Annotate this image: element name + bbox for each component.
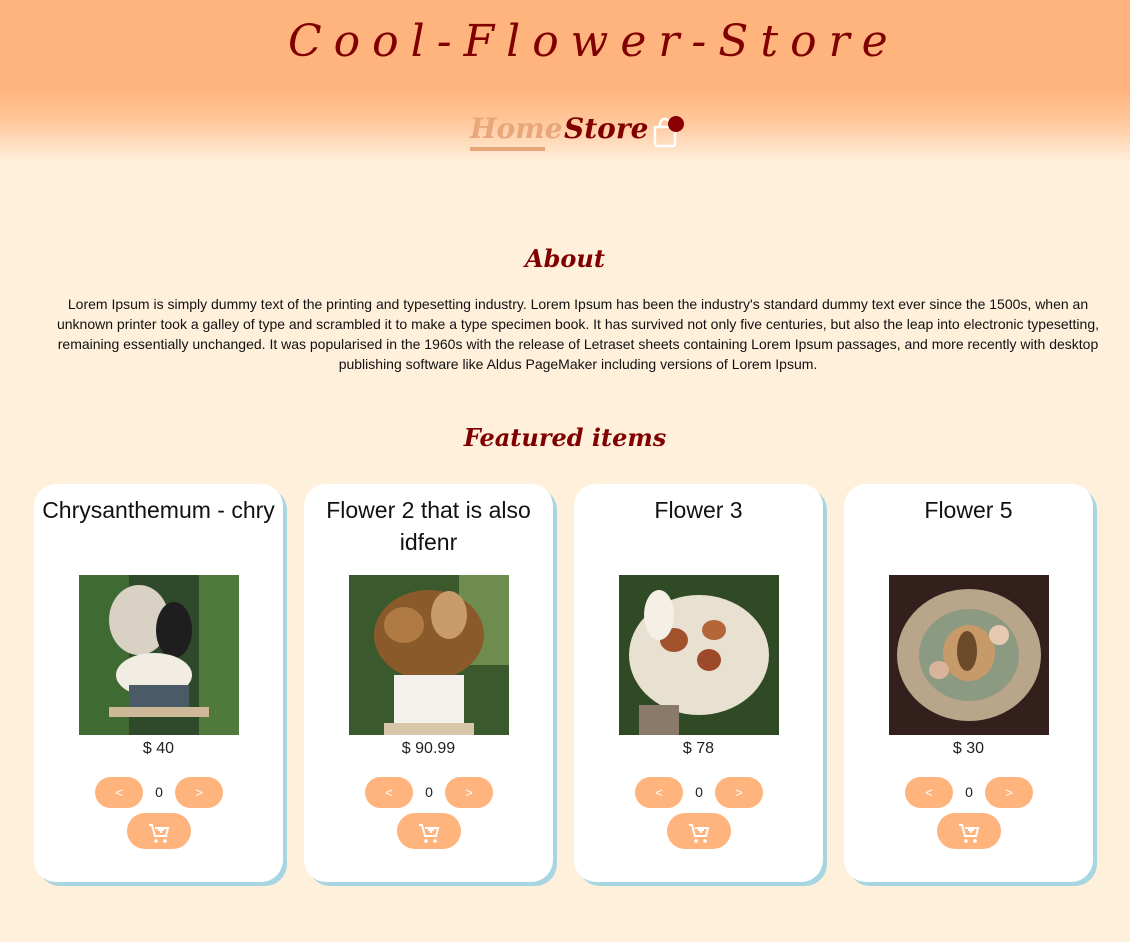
quantity-value: 0	[155, 784, 163, 800]
product-price: $ 78	[682, 740, 715, 757]
add-to-cart-button[interactable]	[667, 813, 731, 849]
about-text: Lorem Ipsum is simply dummy text of the …	[56, 296, 1100, 372]
product-name: Flower 5	[924, 497, 1013, 523]
quantity-value: 0	[965, 784, 973, 800]
nav-home-link[interactable]: Home	[470, 112, 563, 151]
product-card: Chrysanthemum - chry $ 40 < 0 >	[34, 484, 283, 882]
add-to-cart-button[interactable]	[937, 813, 1001, 849]
product-image	[619, 575, 779, 735]
product-price: $ 30	[952, 740, 985, 757]
site-title: Cool-Flower-Store	[288, 16, 900, 67]
quantity-increase-button[interactable]: >	[445, 777, 493, 808]
product-name: Flower 2 that is also idfenr	[326, 497, 531, 555]
add-shopping-cart-icon	[419, 824, 440, 843]
product-price: $ 40	[142, 740, 175, 757]
cart-count-badge	[668, 116, 684, 132]
product-price: $ 90.99	[401, 740, 456, 757]
quantity-increase-button[interactable]: >	[715, 777, 763, 808]
quantity-increase-button[interactable]: >	[175, 777, 223, 808]
add-to-cart-button[interactable]	[397, 813, 461, 849]
quantity-decrease-button[interactable]: <	[365, 777, 413, 808]
about-heading: About	[525, 244, 605, 273]
product-card: Flower 5 $ 30 < 0 >	[844, 484, 1093, 882]
nav-store-link[interactable]: Store	[564, 112, 648, 145]
site-header: Cool-Flower-Store Home Store	[0, 0, 1130, 163]
product-card: Flower 2 that is also idfenr $ 90.99 < 0…	[304, 484, 553, 882]
product-card: Flower 3 $ 78 < 0 >	[574, 484, 823, 882]
quantity-decrease-button[interactable]: <	[905, 777, 953, 808]
quantity-increase-button[interactable]: >	[985, 777, 1033, 808]
add-shopping-cart-icon	[689, 824, 710, 843]
product-image	[889, 575, 1049, 735]
add-shopping-cart-icon	[149, 824, 170, 843]
product-name: Chrysanthemum - chry	[42, 497, 275, 523]
quantity-decrease-button[interactable]: <	[635, 777, 683, 808]
quantity-decrease-button[interactable]: <	[95, 777, 143, 808]
add-to-cart-button[interactable]	[127, 813, 191, 849]
product-image	[79, 575, 239, 735]
product-name: Flower 3	[654, 497, 743, 523]
add-shopping-cart-icon	[959, 824, 980, 843]
quantity-value: 0	[695, 784, 703, 800]
featured-heading: Featured items	[463, 423, 667, 452]
quantity-value: 0	[425, 784, 433, 800]
product-image	[349, 575, 509, 735]
